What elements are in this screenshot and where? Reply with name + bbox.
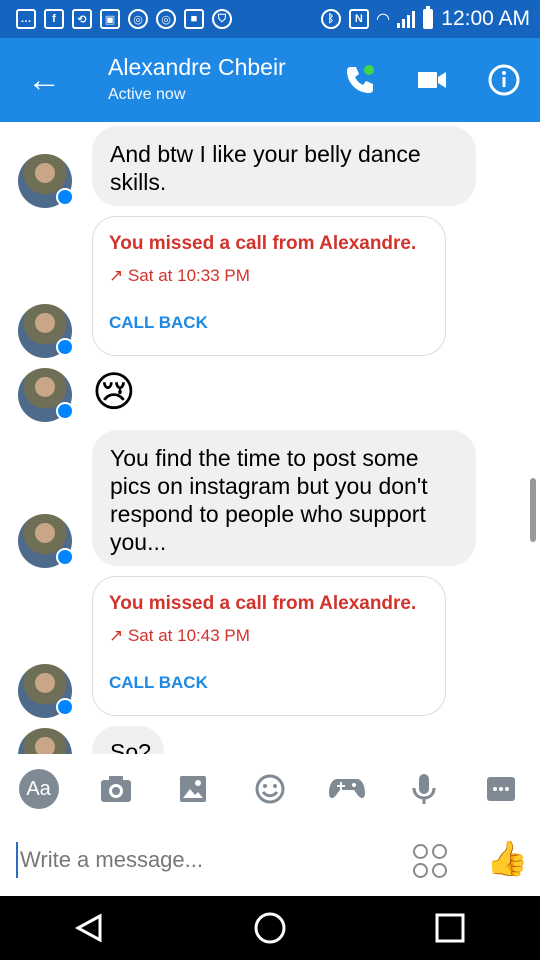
phone-icon <box>347 65 374 93</box>
missed-call-title: You missed a call from Alexandre. <box>109 593 417 614</box>
camera-icon <box>100 776 131 802</box>
missed-call-arrow-icon: ↗ <box>109 626 128 645</box>
system-back-button[interactable] <box>66 904 114 952</box>
more-options-button[interactable] <box>480 768 522 810</box>
crying-emoji-message[interactable]: 😢 <box>92 368 140 416</box>
text-format-button[interactable]: Aa <box>18 768 60 810</box>
signal-icon <box>397 10 416 28</box>
status-bar-left-icons: … f ⟲ ▣ ◎ ◎ ■ ⛉ <box>16 9 232 29</box>
thumbs-up-icon: 👍 <box>486 840 529 878</box>
system-navigation-bar <box>0 896 540 960</box>
instagram-icon: ◎ <box>128 9 148 29</box>
gallery-button[interactable] <box>172 768 214 810</box>
voice-call-button[interactable] <box>340 60 380 100</box>
camera-button[interactable] <box>95 768 137 810</box>
emoji-face-icon <box>432 863 447 878</box>
missed-call-card: You missed a call from Alexandre. ↗ Sat … <box>92 216 446 356</box>
system-recent-apps-button[interactable] <box>426 904 474 952</box>
message-bubble[interactable]: You find the time to post some pics on i… <box>92 430 476 566</box>
info-icon <box>488 64 520 96</box>
back-icon <box>74 913 102 943</box>
bluetooth-icon: ᛒ <box>320 9 341 29</box>
avatar[interactable] <box>18 664 74 718</box>
status-bar-right-icons: ᛒ N ◜◝ 12:00 AM <box>320 6 530 31</box>
emoji-face-icon <box>432 844 447 859</box>
game-icon <box>329 779 366 799</box>
system-home-button[interactable] <box>246 904 294 952</box>
gallery-icon <box>179 776 206 802</box>
missed-call-time-label: Sat at 10:43 PM <box>127 626 250 645</box>
video-call-button[interactable] <box>412 60 452 100</box>
shield-icon: ⛉ <box>212 9 232 29</box>
message-input[interactable] <box>16 842 376 878</box>
avatar[interactable] <box>18 368 74 422</box>
missed-call-time: ↗ Sat at 10:43 PM <box>109 626 250 646</box>
missed-call-title: You missed a call from Alexandre. <box>109 233 417 254</box>
image-icon: ▣ <box>100 9 120 29</box>
status-time: 12:00 AM <box>441 7 530 30</box>
microphone-icon <box>412 774 436 804</box>
message-icon: ■ <box>184 9 204 29</box>
video-camera-icon <box>418 72 446 88</box>
avatar[interactable] <box>18 514 74 568</box>
notification-icon: … <box>16 9 36 29</box>
contact-status: Active now <box>108 86 186 103</box>
missed-call-time-label: Sat at 10:33 PM <box>127 266 250 285</box>
like-button[interactable]: 👍 <box>486 839 528 879</box>
more-icon <box>487 777 516 801</box>
refresh-icon: ⟲ <box>72 9 92 29</box>
messenger-badge-icon <box>56 188 74 206</box>
missed-call-card: You missed a call from Alexandre. ↗ Sat … <box>92 576 446 716</box>
game-button[interactable] <box>326 768 368 810</box>
call-back-button[interactable]: CALL BACK <box>109 673 208 693</box>
missed-call-arrow-icon: ↗ <box>109 266 128 285</box>
message-composer: 👍 <box>0 824 540 896</box>
instagram-icon: ◎ <box>156 9 176 29</box>
avatar[interactable] <box>18 154 74 208</box>
message-bubble[interactable]: So? <box>92 726 164 754</box>
text-format-icon: Aa <box>18 769 59 809</box>
messenger-badge-icon <box>56 698 74 716</box>
emoji-face-icon <box>413 863 428 878</box>
emoji-icon <box>255 774 285 804</box>
emoji-button[interactable] <box>249 768 291 810</box>
wifi-icon: ◜◝ <box>376 11 390 28</box>
avatar[interactable] <box>18 728 72 754</box>
emoji-picker-button[interactable] <box>413 844 447 878</box>
conversation-info-button[interactable] <box>484 60 524 100</box>
microphone-button[interactable] <box>403 768 445 810</box>
conversation-header: ← Alexandre Chbeir Active now <box>0 38 540 122</box>
conversation-thread[interactable]: And btw I like your belly dance skills. … <box>0 122 540 754</box>
message-bubble[interactable]: And btw I like your belly dance skills. <box>92 126 476 206</box>
messenger-badge-icon <box>56 338 74 356</box>
status-bar: … f ⟲ ▣ ◎ ◎ ■ ⛉ ᛒ N ◜◝ 12:00 AM <box>0 0 540 38</box>
battery-icon <box>423 6 434 29</box>
missed-call-time: ↗ Sat at 10:33 PM <box>109 266 250 286</box>
conversation-scrollbar[interactable] <box>530 478 536 542</box>
back-button[interactable]: ← <box>24 60 64 100</box>
call-back-button[interactable]: CALL BACK <box>109 313 208 333</box>
home-icon <box>254 912 286 944</box>
contact-name[interactable]: Alexandre Chbeir <box>108 54 286 81</box>
recent-apps-icon <box>435 913 465 943</box>
message-toolbar: Aa <box>0 754 540 824</box>
avatar[interactable] <box>18 304 74 358</box>
messenger-badge-icon <box>56 548 74 566</box>
nfc-icon: N <box>348 9 369 29</box>
messenger-badge-icon <box>56 402 74 420</box>
arrow-left-icon: ← <box>27 61 61 99</box>
facebook-icon: f <box>44 9 64 29</box>
emoji-face-icon <box>413 844 428 859</box>
